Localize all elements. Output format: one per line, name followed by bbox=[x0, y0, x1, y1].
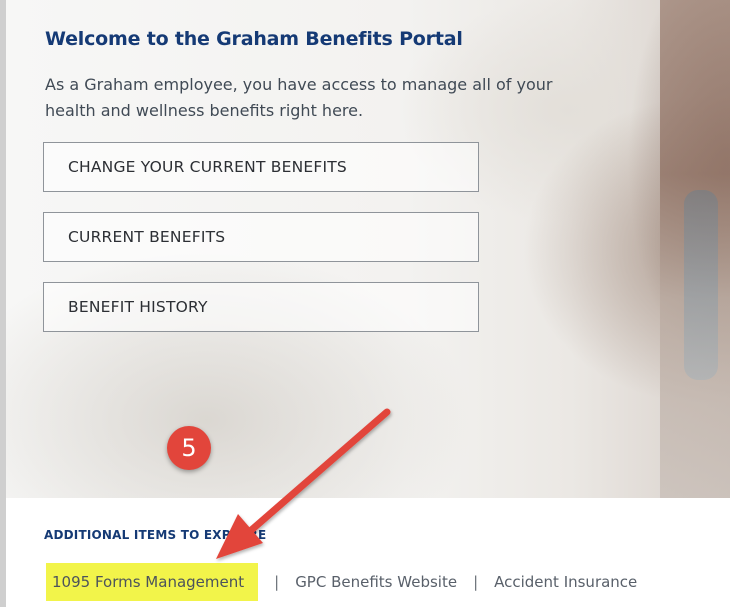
link-gpc-benefits-website[interactable]: GPC Benefits Website bbox=[295, 573, 457, 591]
current-benefits-button[interactable]: CURRENT BENEFITS bbox=[43, 212, 479, 262]
page-title: Welcome to the Graham Benefits Portal bbox=[45, 28, 463, 50]
additional-items-links: 1095 Forms Management | GPC Benefits Web… bbox=[46, 563, 637, 601]
hero-background-photo-detail bbox=[684, 190, 718, 380]
welcome-description: As a Graham employee, you have access to… bbox=[45, 75, 553, 120]
additional-items-heading: ADDITIONAL ITEMS TO EXPLORE bbox=[44, 528, 267, 542]
link-separator: | bbox=[274, 573, 280, 591]
benefit-history-button[interactable]: BENEFIT HISTORY bbox=[43, 282, 479, 332]
link-accident-insurance[interactable]: Accident Insurance bbox=[494, 573, 637, 591]
change-current-benefits-button[interactable]: CHANGE YOUR CURRENT BENEFITS bbox=[43, 142, 479, 192]
step-number-badge: 5 bbox=[167, 426, 211, 470]
link-1095-forms-management[interactable]: 1095 Forms Management bbox=[46, 563, 259, 601]
link-separator: | bbox=[473, 573, 479, 591]
